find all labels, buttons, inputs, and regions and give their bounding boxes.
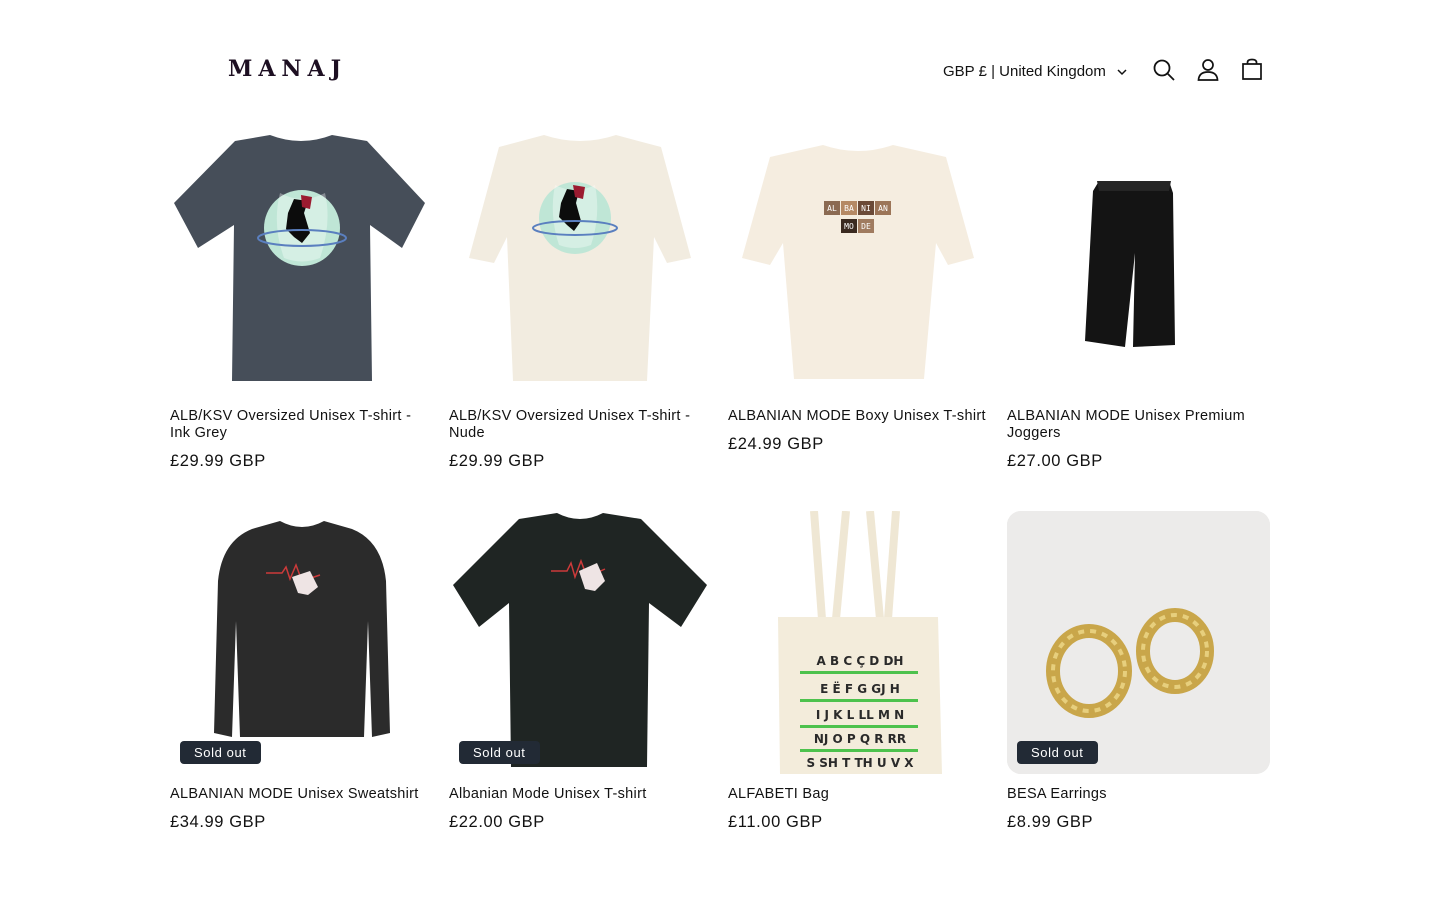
product-title[interactable]: ALBANIAN MODE Boxy Unisex T-shirt: [728, 408, 991, 425]
print-letter: AL: [827, 204, 837, 213]
print-letter: DE: [861, 222, 871, 231]
product-card[interactable]: ALBANIAN MODE Unisex Premium Joggers £27…: [1007, 133, 1270, 471]
search-icon[interactable]: [1150, 56, 1178, 84]
product-image[interactable]: A B C Ç D DH E Ë F G GJ H I J K L LL M N…: [728, 511, 991, 774]
product-title[interactable]: ALB/KSV Oversized Unisex T-shirt - Nude: [449, 408, 712, 442]
product-title[interactable]: ALB/KSV Oversized Unisex T-shirt - Ink G…: [170, 408, 433, 442]
country-currency-selector[interactable]: GBP £ | United Kingdom: [943, 60, 1128, 82]
print-letter: NI: [861, 204, 871, 213]
product-title[interactable]: ALBANIAN MODE Unisex Sweatshirt: [170, 786, 433, 803]
product-card[interactable]: Sold out BESA Earrings £8.99 GBP: [1007, 511, 1270, 832]
product-card[interactable]: ALB/KSV Oversized Unisex T-shirt - Ink G…: [170, 133, 433, 471]
product-card[interactable]: AL BA NI AN MO DE ALBANIAN MODE Boxy Uni…: [728, 133, 991, 454]
bag-letters-row: A B C Ç D DH: [817, 654, 904, 668]
sold-out-badge: Sold out: [459, 741, 540, 764]
sold-out-badge: Sold out: [180, 741, 261, 764]
product-image[interactable]: Sold out: [449, 511, 712, 774]
product-title[interactable]: BESA Earrings: [1007, 786, 1270, 803]
product-price: £34.99 GBP: [170, 813, 266, 831]
print-letter: MO: [844, 222, 854, 231]
site-header: MANAJ GBP £ | United Kingdom: [0, 0, 1440, 130]
product-image[interactable]: [170, 133, 433, 396]
bag-letters-row: NJ O P Q R RR: [814, 732, 906, 746]
product-price: £29.99 GBP: [449, 452, 545, 470]
product-title[interactable]: ALFABETI Bag: [728, 786, 991, 803]
product-price: £27.00 GBP: [1007, 452, 1103, 470]
cart-icon[interactable]: [1238, 56, 1266, 84]
product-image[interactable]: AL BA NI AN MO DE: [728, 133, 991, 396]
product-price: £29.99 GBP: [170, 452, 266, 470]
product-image[interactable]: Sold out: [170, 511, 433, 774]
bag-letters-row: I J K L LL M N: [816, 708, 904, 722]
product-card[interactable]: Sold out ALBANIAN MODE Unisex Sweatshirt…: [170, 511, 433, 832]
product-price: £11.00 GBP: [728, 813, 823, 831]
product-price: £22.00 GBP: [449, 813, 545, 831]
print-letter: BA: [844, 204, 854, 213]
product-card[interactable]: ALB/KSV Oversized Unisex T-shirt - Nude …: [449, 133, 712, 471]
product-title[interactable]: Albanian Mode Unisex T-shirt: [449, 786, 712, 803]
product-image[interactable]: [1007, 133, 1270, 396]
product-image[interactable]: Sold out: [1007, 511, 1270, 774]
bag-letters-row: E Ë F G GJ H: [820, 681, 900, 696]
product-image[interactable]: [449, 133, 712, 396]
currency-label: GBP £ | United Kingdom: [943, 62, 1106, 80]
site-logo[interactable]: MANAJ: [228, 56, 347, 82]
product-title[interactable]: ALBANIAN MODE Unisex Premium Joggers: [1007, 408, 1270, 442]
product-price: £24.99 GBP: [728, 435, 824, 453]
product-price: £8.99 GBP: [1007, 813, 1094, 831]
product-card[interactable]: Sold out Albanian Mode Unisex T-shirt £2…: [449, 511, 712, 832]
print-letter: AN: [878, 204, 888, 213]
sold-out-badge: Sold out: [1017, 741, 1098, 764]
chevron-down-icon: [1116, 65, 1128, 77]
product-card[interactable]: A B C Ç D DH E Ë F G GJ H I J K L LL M N…: [728, 511, 991, 832]
bag-letters-row: S SH T TH U V X: [806, 756, 914, 770]
account-icon[interactable]: [1194, 56, 1222, 84]
